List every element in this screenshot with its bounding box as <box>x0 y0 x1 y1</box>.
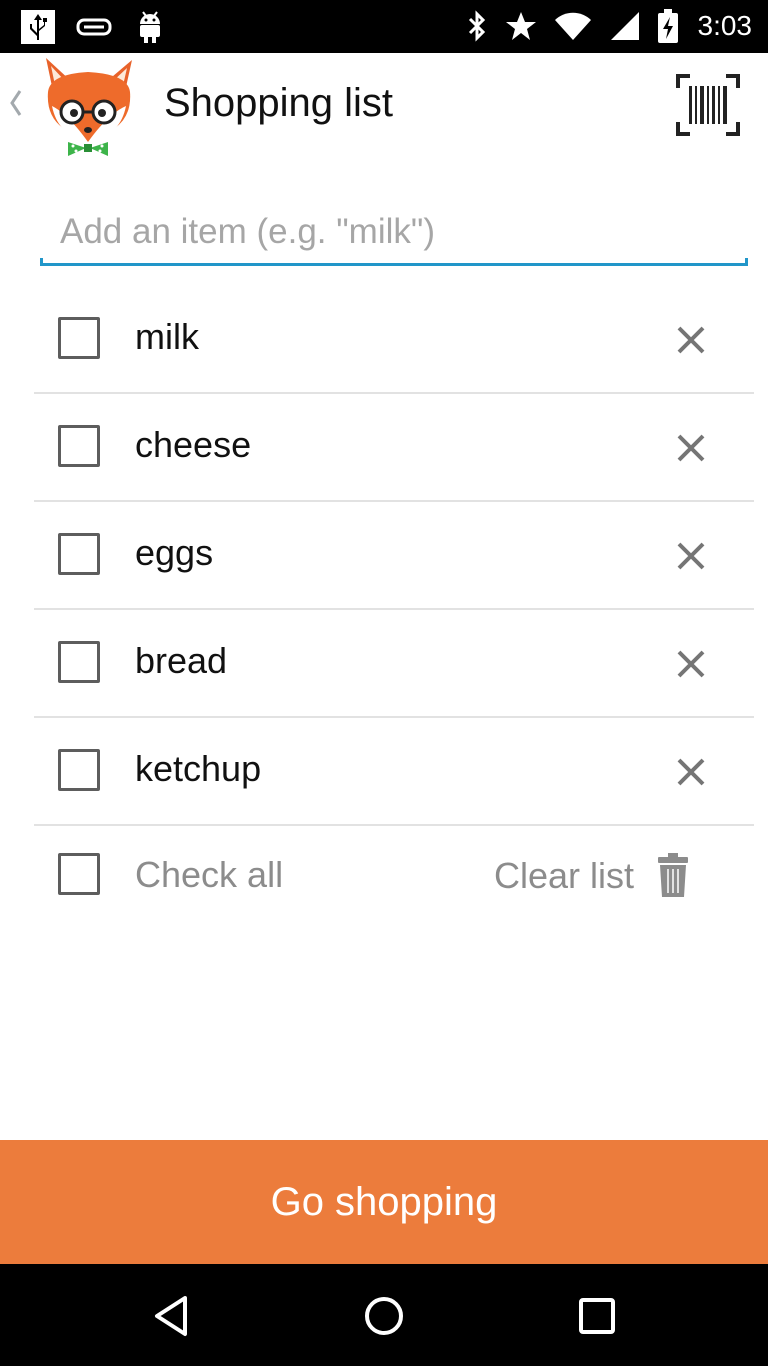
barcode-scan-button[interactable] <box>672 69 744 141</box>
item-label: milk <box>135 316 199 357</box>
list-item: bread <box>34 610 754 718</box>
remove-item-button[interactable] <box>671 644 711 684</box>
close-icon <box>677 650 705 678</box>
remove-item-button[interactable] <box>671 536 711 576</box>
star-icon <box>504 7 538 45</box>
usb-icon <box>18 8 58 46</box>
shopping-list: milk cheese eggs bread ketchup <box>34 286 754 826</box>
item-checkbox[interactable] <box>58 317 100 359</box>
chevron-left-icon[interactable] <box>6 85 28 125</box>
home-circle-icon[interactable] <box>358 1290 410 1342</box>
close-icon <box>677 434 705 462</box>
list-item: milk <box>34 286 754 394</box>
item-checkbox[interactable] <box>58 749 100 791</box>
trash-icon <box>658 853 689 897</box>
item-checkbox[interactable] <box>58 533 100 575</box>
app-bar: Shopping list <box>0 53 768 163</box>
status-bar: 3:03 <box>0 0 768 53</box>
list-actions: Check all Clear list <box>34 826 754 926</box>
clear-list-button[interactable]: Clear list <box>494 846 690 906</box>
cell-signal-icon <box>608 7 642 45</box>
close-icon <box>677 542 705 570</box>
check-all-label[interactable]: Check all <box>135 854 283 896</box>
go-shopping-label: Go shopping <box>270 1179 498 1224</box>
check-all-checkbox[interactable] <box>58 853 100 895</box>
close-icon <box>677 326 705 354</box>
list-item: eggs <box>34 502 754 610</box>
list-item: cheese <box>34 394 754 502</box>
wifi-icon <box>552 7 594 45</box>
item-label: ketchup <box>135 748 262 789</box>
go-shopping-button[interactable]: Go shopping <box>0 1140 768 1264</box>
add-item-field <box>40 204 748 266</box>
android-debug-icon <box>130 8 170 46</box>
system-nav-bar <box>0 1264 768 1366</box>
remove-item-button[interactable] <box>671 752 711 792</box>
item-label: cheese <box>135 424 252 465</box>
cast-icon <box>74 8 114 46</box>
input-underline <box>40 258 748 266</box>
item-label: bread <box>135 640 228 681</box>
battery-charging-icon <box>656 7 680 45</box>
item-checkbox[interactable] <box>58 641 100 683</box>
close-icon <box>677 758 705 786</box>
list-item: ketchup <box>34 718 754 826</box>
recents-square-icon[interactable] <box>571 1290 623 1342</box>
add-item-input[interactable] <box>40 204 748 260</box>
item-checkbox[interactable] <box>58 425 100 467</box>
page-title: Shopping list <box>164 81 394 125</box>
clear-list-label: Clear list <box>494 855 635 896</box>
remove-item-button[interactable] <box>671 428 711 468</box>
clock-time: 3:03 <box>697 10 753 41</box>
item-label: eggs <box>135 532 214 573</box>
remove-item-button[interactable] <box>671 320 711 360</box>
barcode-scan-icon <box>676 74 740 136</box>
bluetooth-icon <box>464 7 490 45</box>
back-triangle-icon[interactable] <box>145 1290 197 1342</box>
fox-mascot-logo[interactable] <box>38 56 140 160</box>
